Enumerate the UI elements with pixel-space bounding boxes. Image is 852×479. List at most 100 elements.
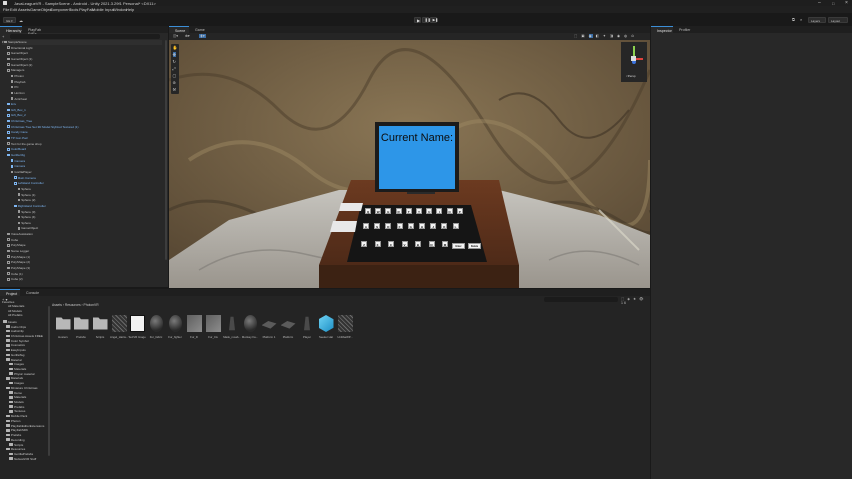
add-icon[interactable]: + xyxy=(2,34,4,39)
hierarchy-item[interactable]: Gift_Box_1 xyxy=(7,108,26,113)
hierarchy-item[interactable]: Name Logger xyxy=(7,249,29,254)
keyboard-key[interactable]: F xyxy=(396,223,403,229)
keyboard-key[interactable]: W xyxy=(375,208,382,214)
keyboard-key[interactable]: V xyxy=(401,241,408,247)
tab-playfab-edex[interactable]: PlayFab EdEx xyxy=(22,26,50,36)
rect-tool-icon[interactable]: ▢ xyxy=(173,73,177,78)
asset-tile[interactable]: Prefabs xyxy=(72,315,90,339)
hierarchy-item[interactable]: Gorilla Rig xyxy=(7,153,25,158)
menu-help[interactable]: Help xyxy=(126,7,134,12)
rotate-tool-icon[interactable]: ↻ xyxy=(173,59,176,64)
hierarchy-item[interactable]: GorillaPlayer xyxy=(10,170,32,175)
tab-profiler[interactable]: Profiler xyxy=(673,26,695,33)
asset-tile[interactable]: TextVR Image xyxy=(128,315,146,339)
hierarchy-item[interactable]: GameObject (1) xyxy=(7,57,32,62)
hierarchy-item[interactable]: Env xyxy=(7,102,16,107)
hierarchy-item[interactable]: GameObject xyxy=(17,226,38,231)
menu-mobile-input[interactable]: Mobile Input xyxy=(92,7,114,12)
asset-tile[interactable]: Monkey Fa... xyxy=(241,315,259,339)
hierarchy-item[interactable]: VoiceAssistation xyxy=(7,232,33,237)
layers-dropdown[interactable]: Layers xyxy=(808,17,826,23)
tab-inspector[interactable]: Inspector xyxy=(651,26,673,33)
asset-tile[interactable]: Fur_D xyxy=(185,315,203,339)
asset-tile[interactable]: Mask_moab... xyxy=(223,315,241,339)
keyboard-key[interactable]: M xyxy=(442,241,448,247)
keyboard-key[interactable]: J xyxy=(430,223,437,229)
asset-tile[interactable]: Fur_fighter xyxy=(166,315,184,339)
hierarchy-item[interactable]: LeftHand Controller xyxy=(14,181,44,186)
asset-tile[interactable]: Fur_Iris xyxy=(204,315,222,339)
hierarchy-item[interactable]: TP Gun Pad xyxy=(7,136,27,141)
hierarchy-item[interactable]: Photon xyxy=(10,74,24,79)
tab-project[interactable]: Project xyxy=(0,289,20,296)
keyboard-key[interactable]: Q xyxy=(365,208,371,214)
keyboard-key[interactable]: N xyxy=(428,241,435,247)
collab-icon[interactable]: ⧉ xyxy=(792,17,795,22)
keyboard-key[interactable]: T xyxy=(405,208,412,214)
tab-game[interactable]: Game xyxy=(189,26,209,33)
hierarchy-item[interactable]: PolyShape (2) xyxy=(7,260,30,265)
hierarchy-item[interactable]: Cube (1) xyxy=(7,272,23,277)
menu-component[interactable]: Component xyxy=(50,7,71,12)
scale-tool-icon[interactable]: ⤢ xyxy=(173,66,176,71)
cloud-icon[interactable]: ☁ xyxy=(19,18,23,23)
draw-mode-icon[interactable]: ◫▾ xyxy=(173,34,178,38)
asset-tile[interactable]: Seeker Hat xyxy=(317,315,335,339)
layout-dropdown[interactable]: Layout xyxy=(828,17,848,23)
menu-edit[interactable]: Edit xyxy=(10,7,17,12)
keyboard-key[interactable]: R xyxy=(395,208,402,214)
keyboard-key[interactable]: S xyxy=(374,223,381,229)
asset-tile[interactable]: Angel_Hairw... xyxy=(110,315,128,339)
hierarchy-item[interactable]: Candy Cane xyxy=(7,130,28,135)
asset-tile[interactable]: Platform xyxy=(279,315,297,339)
play-button[interactable]: ▶ xyxy=(414,17,421,23)
view-options-icons[interactable]: ⬚ ▣ ◉ ◧ ✦ ◨ ◉ ◍ ⊙ xyxy=(574,34,636,38)
hierarchy-item[interactable]: ColorBoard xyxy=(7,147,26,152)
keyboard-key[interactable]: U xyxy=(426,208,433,214)
view-tool-icon[interactable]: ✋ xyxy=(173,45,178,50)
pause-button[interactable]: ❚❚ xyxy=(422,17,431,23)
step-button[interactable]: ▶❚ xyxy=(430,17,438,23)
keyboard-key[interactable]: H xyxy=(419,223,425,229)
hierarchy-item[interactable]: PlayFab xyxy=(10,80,25,85)
menu-file[interactable]: File xyxy=(3,7,9,12)
keyboard-key[interactable]: Z xyxy=(361,241,367,247)
asset-tile[interactable]: Player xyxy=(298,315,316,339)
asset-tile[interactable]: Platform 1 xyxy=(260,315,278,339)
keyboard-key[interactable]: L xyxy=(452,223,459,229)
asset-tile[interactable]: UnlitbaWP... xyxy=(336,315,354,339)
orientation-gizmo[interactable]: <Persp xyxy=(621,42,647,82)
keyboard-key[interactable]: P xyxy=(456,208,463,214)
hierarchy-item[interactable]: Sphere (3) xyxy=(17,210,35,215)
scene-root[interactable]: ▾ SampleScene xyxy=(2,40,162,45)
search-icon[interactable]: ⌕ xyxy=(800,17,802,22)
hierarchy-item[interactable]: Christmas_Tree xyxy=(7,119,32,124)
menu-assets[interactable]: Assets xyxy=(18,7,30,12)
tab-scene[interactable]: Scene xyxy=(169,26,189,33)
pivot-icon[interactable]: ⊕▾ xyxy=(185,34,190,38)
asset-tile[interactable]: Scripts xyxy=(91,315,109,339)
hierarchy-item[interactable]: Christmas Tree Set 3D Model Stylized Tex… xyxy=(7,125,78,130)
keyboard-key[interactable]: E xyxy=(385,208,392,214)
keyboard-key[interactable]: X xyxy=(374,241,381,247)
hierarchy-item[interactable]: RightHand Controller xyxy=(14,204,46,209)
hierarchy-scrollbar[interactable] xyxy=(165,40,167,260)
keyboard-key[interactable]: Y xyxy=(416,208,422,214)
hierarchy-item[interactable]: PC xyxy=(10,85,19,90)
hierarchy-item[interactable]: Sphere (2) xyxy=(17,198,35,203)
hierarchy-item[interactable]: Gift_Box_2 xyxy=(7,113,26,118)
account-dropdown[interactable]: GE ▾ xyxy=(3,17,16,23)
hierarchy-item[interactable]: Directional Light xyxy=(7,46,33,51)
keyboard-enter-key[interactable]: Enter xyxy=(452,243,465,249)
hierarchy-item[interactable]: Text for the game shop xyxy=(7,142,42,147)
hierarchy-item[interactable]: Cube (2) xyxy=(7,277,23,282)
grid-snap-icon[interactable]: ⋕▾ xyxy=(199,34,206,38)
asset-tile[interactable]: Hosters xyxy=(54,315,72,339)
keyboard-key[interactable]: O xyxy=(446,208,453,214)
hierarchy-search[interactable] xyxy=(10,34,160,39)
keyboard-key[interactable]: C xyxy=(388,241,394,247)
menu-tools[interactable]: Tools xyxy=(69,7,78,12)
hierarchy-item[interactable]: Horizon xyxy=(10,91,25,96)
keyboard-key[interactable]: B xyxy=(415,241,421,247)
tab-hierarchy[interactable]: Hierarchy xyxy=(0,26,22,33)
